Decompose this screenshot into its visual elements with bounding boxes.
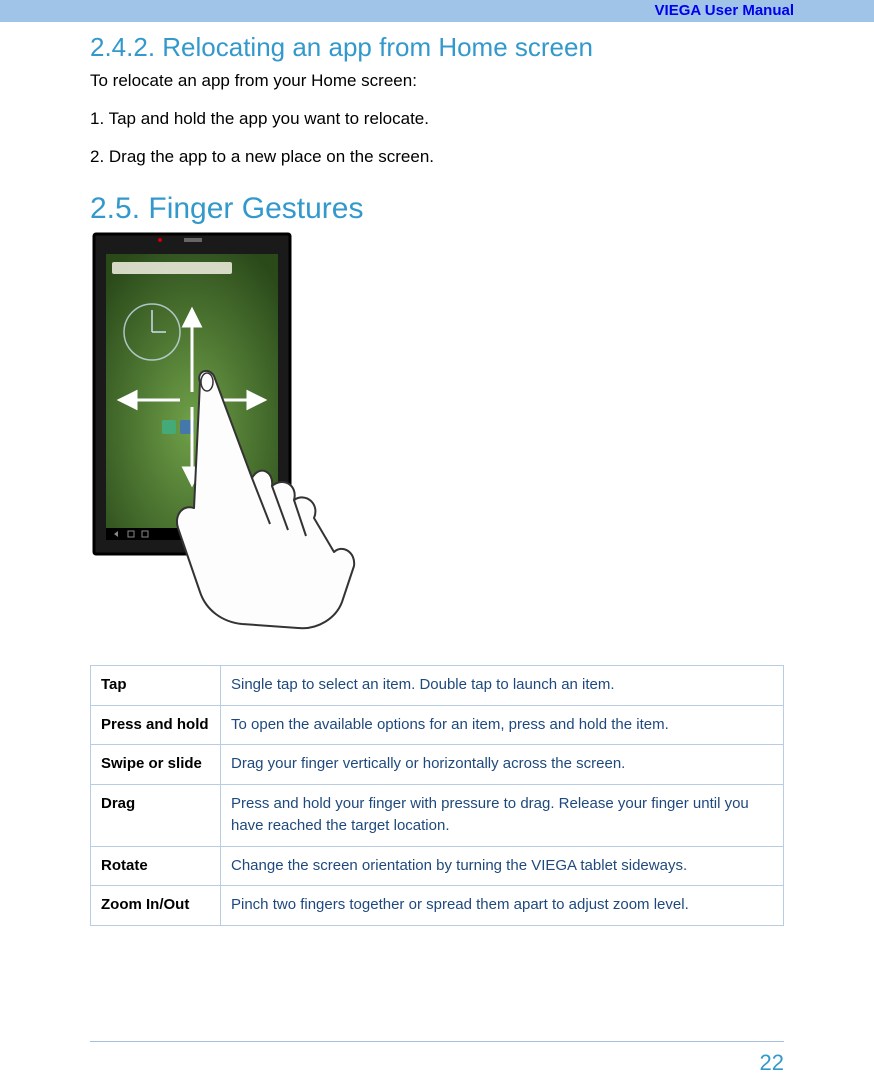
gesture-desc: Change the screen orientation by turning… (221, 846, 784, 886)
page-content: 2.4.2. Relocating an app from Home scree… (0, 22, 874, 926)
step-2: 2. Drag the app to a new place on the sc… (90, 145, 784, 169)
gesture-table: Tap Single tap to select an item. Double… (90, 665, 784, 926)
gesture-term: Press and hold (91, 705, 221, 745)
table-row: Tap Single tap to select an item. Double… (91, 666, 784, 706)
header-title: VIEGA User Manual (655, 2, 794, 19)
gesture-term: Drag (91, 784, 221, 846)
page-number: 22 (760, 1050, 784, 1076)
header-banner: VIEGA User Manual (0, 0, 874, 22)
gesture-term: Zoom In/Out (91, 886, 221, 926)
step-1: 1. Tap and hold the app you want to relo… (90, 107, 784, 131)
footer-divider (90, 1041, 784, 1042)
gesture-desc: Single tap to select an item. Double tap… (221, 666, 784, 706)
table-row: Drag Press and hold your finger with pre… (91, 784, 784, 846)
gesture-term: Swipe or slide (91, 745, 221, 785)
table-row: Press and hold To open the available opt… (91, 705, 784, 745)
gesture-term: Tap (91, 666, 221, 706)
table-row: Rotate Change the screen orientation by … (91, 846, 784, 886)
gesture-desc: Drag your finger vertically or horizonta… (221, 745, 784, 785)
heading-25: 2.5. Finger Gestures (90, 192, 784, 226)
intro-242: To relocate an app from your Home screen… (90, 69, 784, 93)
table-row: Swipe or slide Drag your finger vertical… (91, 745, 784, 785)
gesture-desc: Pinch two fingers together or spread the… (221, 886, 784, 926)
gesture-desc: To open the available options for an ite… (221, 705, 784, 745)
gesture-term: Rotate (91, 846, 221, 886)
table-row: Zoom In/Out Pinch two fingers together o… (91, 886, 784, 926)
heading-242: 2.4.2. Relocating an app from Home scree… (90, 32, 784, 63)
gesture-illustration (92, 232, 784, 637)
gesture-desc: Press and hold your finger with pressure… (221, 784, 784, 846)
